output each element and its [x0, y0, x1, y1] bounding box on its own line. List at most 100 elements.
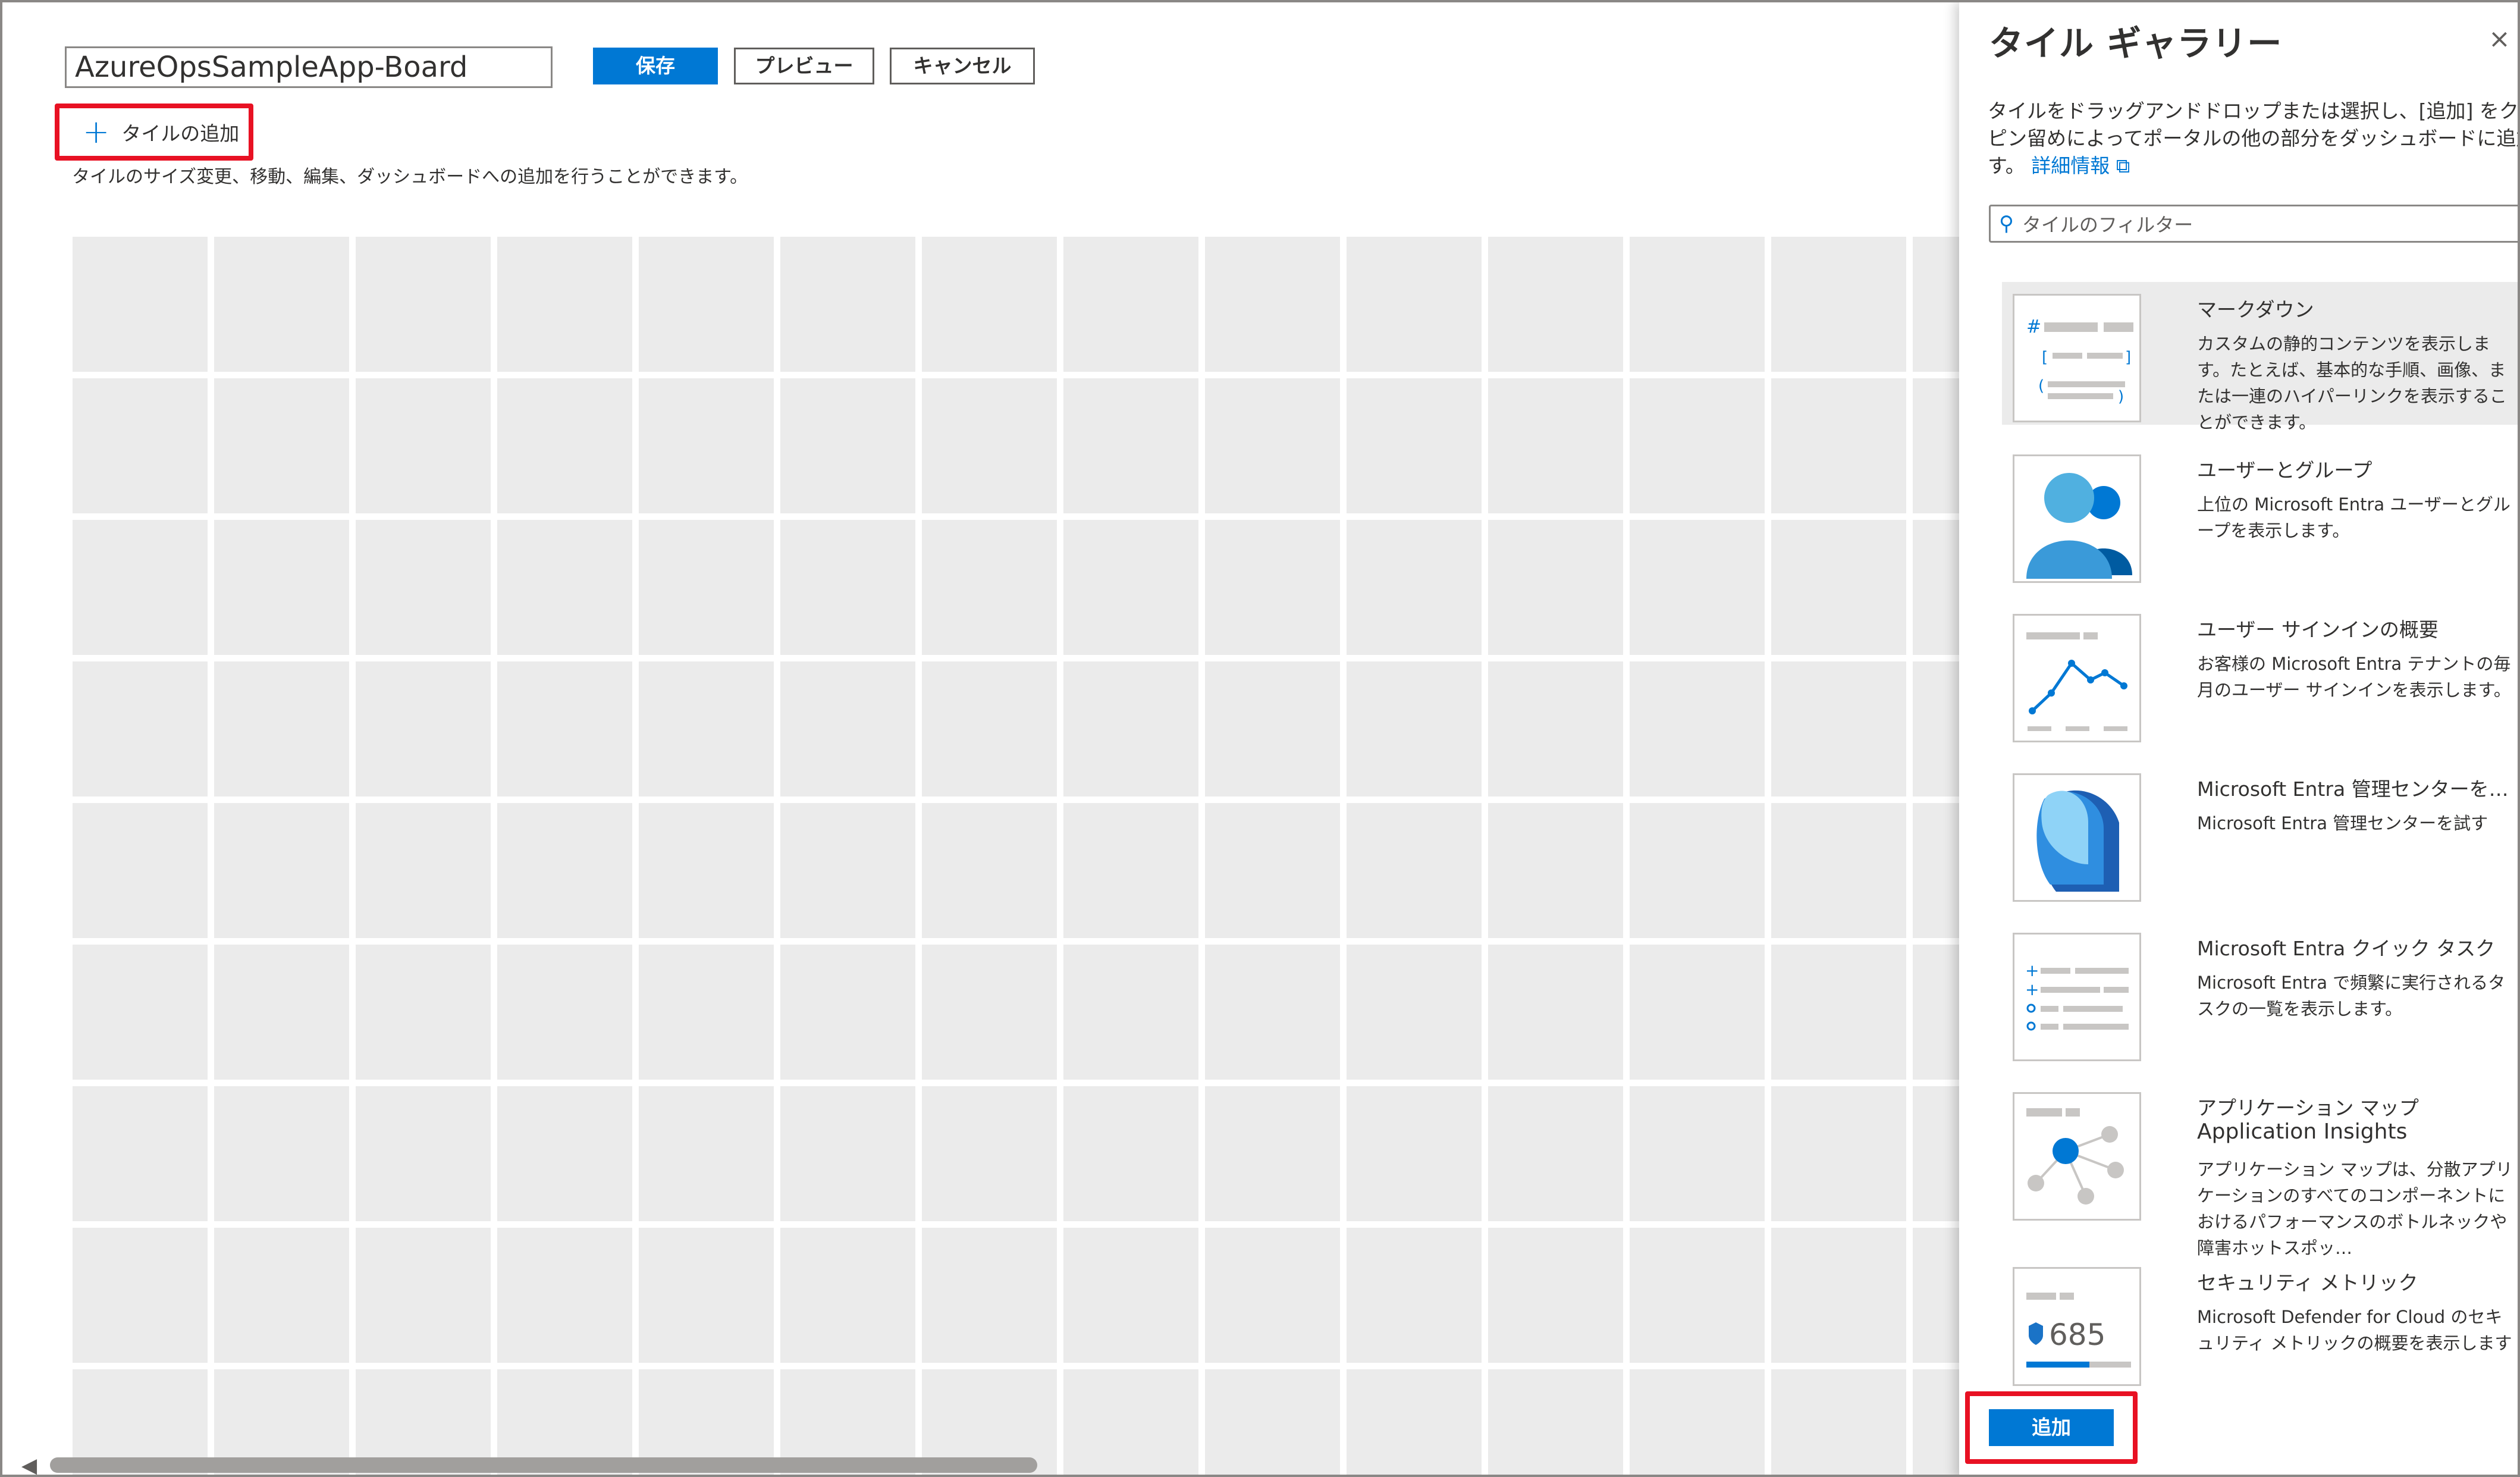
tile-filter-input[interactable]: ⚲ タイルのフィルター: [1989, 205, 2518, 243]
grid-cell: [1488, 803, 1623, 938]
scroll-left-arrow-icon[interactable]: ◀: [21, 1454, 37, 1475]
tile-description: 上位の Microsoft Entra ユーザーとグループを表示します。: [2197, 494, 2510, 541]
grid-cell: [1771, 1086, 1906, 1221]
grid-cell: [1063, 520, 1198, 655]
gallery-tile-signin-summary[interactable]: ユーザー サインインの概要 お客様の Microsoft Entra テナントの…: [2002, 602, 2518, 745]
grid-cell: [639, 237, 774, 372]
grid-cell: [1347, 1228, 1482, 1363]
external-link-icon: ⧉: [2116, 154, 2130, 177]
grid-cell: [922, 803, 1057, 938]
grid-cell: [356, 520, 491, 655]
add-tile-label: タイルの追加: [121, 122, 240, 145]
tile-description: カスタムの静的コンテンツを表示します。たとえば、基本的な手順、画像、または一連の…: [2197, 334, 2507, 432]
panel-description-line: ピン留めによってポータルの他の部分をダッシュボードに追加できま: [1988, 127, 2518, 150]
dashboard-editor: AzureOpsSampleApp-Board 保存 プレビュー キャンセル +…: [2, 2, 2048, 1475]
grid-cell: [1630, 520, 1765, 655]
save-button[interactable]: 保存: [593, 48, 718, 84]
grid-cell: [1771, 945, 1906, 1080]
learn-more-link[interactable]: 詳細情報 ⧉: [2031, 154, 2130, 177]
grid-cell: [1630, 661, 1765, 796]
add-tile-button[interactable]: + タイルの追加: [83, 111, 239, 153]
grid-cell: [1347, 520, 1482, 655]
grid-cell: [1630, 803, 1765, 938]
learn-more-label: 詳細情報: [2031, 154, 2110, 177]
grid-cell: [214, 661, 349, 796]
app-map-icon: [2013, 1092, 2141, 1221]
panel-title: タイル ギャラリー: [1989, 23, 2283, 64]
screen: AzureOpsSampleApp-Board 保存 プレビュー キャンセル +…: [0, 0, 2520, 1477]
grid-cell: [922, 661, 1057, 796]
grid-cell: [356, 378, 491, 513]
grid-cell: [1347, 378, 1482, 513]
grid-cell: [214, 378, 349, 513]
search-icon: ⚲: [1999, 212, 2014, 236]
grid-cell: [1488, 1369, 1623, 1475]
grid-cell: [780, 661, 915, 796]
grid-cell: [1347, 945, 1482, 1080]
grid-cell: [1488, 945, 1623, 1080]
grid-cell: [1347, 803, 1482, 938]
tile-name: ユーザーとグループ: [2197, 459, 2372, 482]
grid-cell: [639, 1086, 774, 1221]
grid-cell: [356, 237, 491, 372]
grid-cell: [1063, 803, 1198, 938]
grid-cell: [780, 520, 915, 655]
grid-cell: [1063, 945, 1198, 1080]
grid-cell: [1771, 1369, 1906, 1475]
gallery-tile-application-map[interactable]: アプリケーション マップ Application Insights アプリケーシ…: [2002, 1080, 2518, 1258]
panel-description: タイルをドラッグアンドドロップまたは選択し、[追加] をクリックしま ピン留めに…: [1988, 98, 2518, 180]
grid-cell: [639, 378, 774, 513]
users-groups-icon: [2013, 454, 2141, 583]
grid-cell: [73, 945, 208, 1080]
grid-cell: [1347, 237, 1482, 372]
grid-cell: [1488, 520, 1623, 655]
plus-icon: +: [83, 113, 110, 150]
tile-description: Microsoft Entra で頻繁に実行されるタスクの一覧を表示します。: [2197, 973, 2506, 1019]
tile-description: お客様の Microsoft Entra テナントの毎月のユーザー サインインを…: [2197, 654, 2511, 700]
svg-text:+: +: [2025, 961, 2039, 980]
tile-name: アプリケーション マップ: [2197, 1096, 2419, 1119]
gallery-tile-users-groups[interactable]: ユーザーとグループ 上位の Microsoft Entra ユーザーとグループを…: [2002, 443, 2518, 585]
gallery-tile-security-metrics[interactable]: 685 セキュリティ メトリック Microsoft Defender for …: [2002, 1255, 2518, 1386]
grid-cell: [639, 803, 774, 938]
grid-cell: [1771, 520, 1906, 655]
gallery-tile-entra-admin-center[interactable]: Microsoft Entra 管理センターを… Microsoft Entra…: [2002, 761, 2518, 904]
markdown-icon: # [ ] ( ): [2013, 294, 2141, 422]
tile-description: Microsoft Entra 管理センターを試す: [2197, 813, 2488, 833]
grid-cell: [1205, 661, 1340, 796]
quick-tasks-icon: + +: [2013, 933, 2141, 1061]
grid-cell: [1488, 661, 1623, 796]
grid-cell: [1630, 1228, 1765, 1363]
grid-cell: [1771, 803, 1906, 938]
svg-text:#: #: [2026, 316, 2041, 337]
grid-cell: [497, 661, 632, 796]
security-metric-icon: 685: [2013, 1267, 2141, 1386]
tile-subtitle: Application Insights: [2197, 1119, 2408, 1144]
grid-cell: [1205, 945, 1340, 1080]
grid-cell: [922, 378, 1057, 513]
gallery-tile-quick-tasks[interactable]: + + Microsoft Entra クイック タスク Microsoft E…: [2002, 921, 2518, 1064]
cancel-button[interactable]: キャンセル: [890, 48, 1035, 84]
grid-cell: [356, 661, 491, 796]
tile-name: Microsoft Entra クイック タスク: [2197, 937, 2496, 960]
svg-text:[: [: [2042, 349, 2048, 366]
tile-name: Microsoft Entra 管理センターを…: [2197, 777, 2509, 801]
grid-cell: [214, 520, 349, 655]
grid-cell: [639, 945, 774, 1080]
grid-cell: [639, 661, 774, 796]
dashboard-name-input[interactable]: AzureOpsSampleApp-Board: [65, 46, 553, 88]
grid-cell: [922, 945, 1057, 1080]
filter-placeholder: タイルのフィルター: [2022, 214, 2193, 236]
grid-cell: [497, 520, 632, 655]
horizontal-scrollbar[interactable]: [50, 1457, 1037, 1473]
gallery-tile-markdown[interactable]: # [ ] ( ) マークダウン カスタムの静的コンテンツを表示します。たとえば…: [2002, 282, 2518, 432]
security-metric-value: 685: [2049, 1318, 2106, 1352]
grid-cell: [1205, 378, 1340, 513]
add-button[interactable]: 追加: [1989, 1409, 2114, 1446]
grid-cell: [214, 803, 349, 938]
grid-cell: [1063, 378, 1198, 513]
grid-cell: [1347, 1369, 1482, 1475]
close-icon[interactable]: ×: [2488, 24, 2510, 54]
grid-cell: [73, 1086, 208, 1221]
preview-button[interactable]: プレビュー: [734, 48, 874, 84]
